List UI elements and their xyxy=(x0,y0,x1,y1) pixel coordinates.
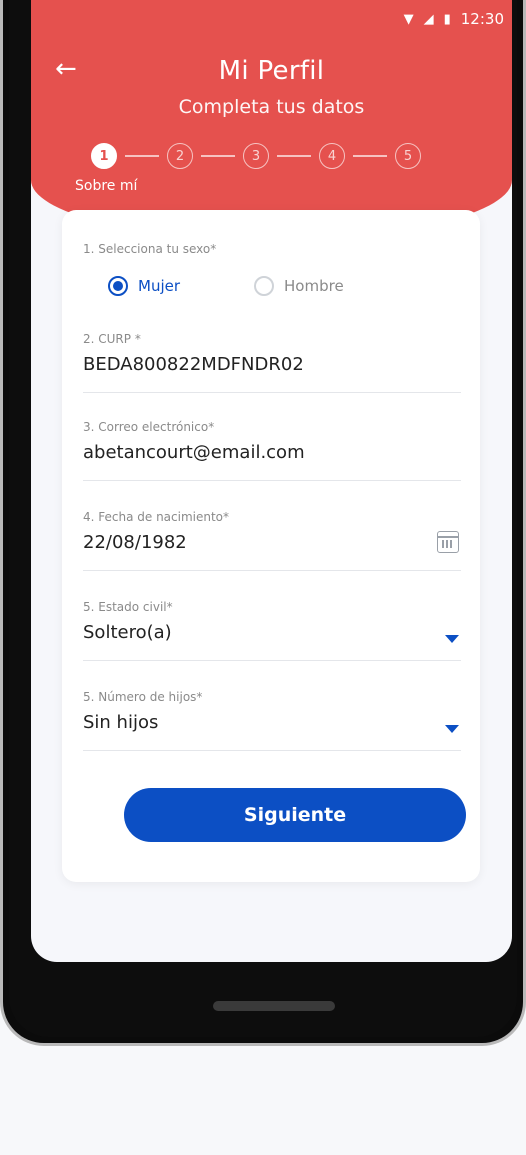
step-3[interactable]: 3 xyxy=(243,143,269,169)
current-step-label: Sobre mí xyxy=(75,178,138,194)
dropdown-caret-icon[interactable] xyxy=(445,635,459,643)
curp-input[interactable]: BEDA800822MDFNDR02 xyxy=(83,354,461,380)
civil-status-label: 5. Estado civil* xyxy=(83,600,173,614)
status-bar: ▼ ◢ ▮ 12:30 xyxy=(404,8,504,30)
page-subtitle: Completa tus datos xyxy=(178,96,365,118)
sex-label: 1. Selecciona tu sexo* xyxy=(83,242,217,256)
radio-hombre-label: Hombre xyxy=(284,277,344,295)
radio-checked-icon xyxy=(108,276,128,296)
step-connector xyxy=(353,155,387,157)
birthdate-input[interactable]: 22/08/1982 xyxy=(83,532,461,558)
email-label: 3. Correo electrónico* xyxy=(83,420,215,434)
step-4[interactable]: 4 xyxy=(319,143,345,169)
page: ▼ ◢ ▮ 12:30 ← Mi Perfil Completa tus dat… xyxy=(0,0,526,1155)
birthdate-field: 4. Fecha de nacimiento* 22/08/1982 xyxy=(83,510,461,571)
step-connector xyxy=(277,155,311,157)
status-time: 12:30 xyxy=(460,10,504,28)
step-1[interactable]: 1 xyxy=(91,143,117,169)
email-input[interactable]: abetancourt@email.com xyxy=(83,442,461,468)
profile-form-card: 1. Selecciona tu sexo* Mujer Hombre 2. C… xyxy=(62,210,480,882)
dropdown-caret-icon[interactable] xyxy=(445,725,459,733)
radio-mujer[interactable]: Mujer xyxy=(108,276,180,296)
curp-underline xyxy=(83,392,461,393)
battery-icon: ▮ xyxy=(443,11,451,27)
civil-status-underline xyxy=(83,660,461,661)
email-underline xyxy=(83,480,461,481)
birthdate-label: 4. Fecha de nacimiento* xyxy=(83,510,230,524)
civil-status-select[interactable]: Soltero(a) xyxy=(83,622,461,648)
step-connector xyxy=(125,155,159,157)
children-field: 5. Número de hijos* Sin hijos xyxy=(83,690,461,751)
children-select[interactable]: Sin hijos xyxy=(83,712,461,738)
sex-radio-group: Mujer Hombre xyxy=(108,276,344,296)
children-underline xyxy=(83,750,461,751)
curp-label: 2. CURP * xyxy=(83,332,141,346)
step-5[interactable]: 5 xyxy=(395,143,421,169)
page-title: Mi Perfil xyxy=(218,56,325,86)
email-field: 3. Correo electrónico* abetancourt@email… xyxy=(83,420,461,481)
radio-mujer-label: Mujer xyxy=(138,277,181,295)
radio-hombre[interactable]: Hombre xyxy=(254,276,344,296)
next-button[interactable]: Siguiente xyxy=(124,788,466,842)
step-2[interactable]: 2 xyxy=(167,143,193,169)
wifi-icon: ▼ xyxy=(403,11,414,27)
curp-field: 2. CURP * BEDA800822MDFNDR02 xyxy=(83,332,461,393)
signal-icon: ◢ xyxy=(423,11,434,27)
calendar-icon[interactable] xyxy=(437,531,459,553)
birthdate-underline xyxy=(83,570,461,571)
progress-stepper: 1 2 3 4 5 xyxy=(91,141,421,171)
civil-status-field: 5. Estado civil* Soltero(a) xyxy=(83,600,461,661)
profile-header xyxy=(31,0,512,240)
app-screen: ▼ ◢ ▮ 12:30 ← Mi Perfil Completa tus dat… xyxy=(31,0,512,962)
children-label: 5. Número de hijos* xyxy=(83,690,203,704)
radio-unchecked-icon xyxy=(254,276,275,296)
home-indicator[interactable] xyxy=(213,1001,335,1011)
step-connector xyxy=(201,155,235,157)
